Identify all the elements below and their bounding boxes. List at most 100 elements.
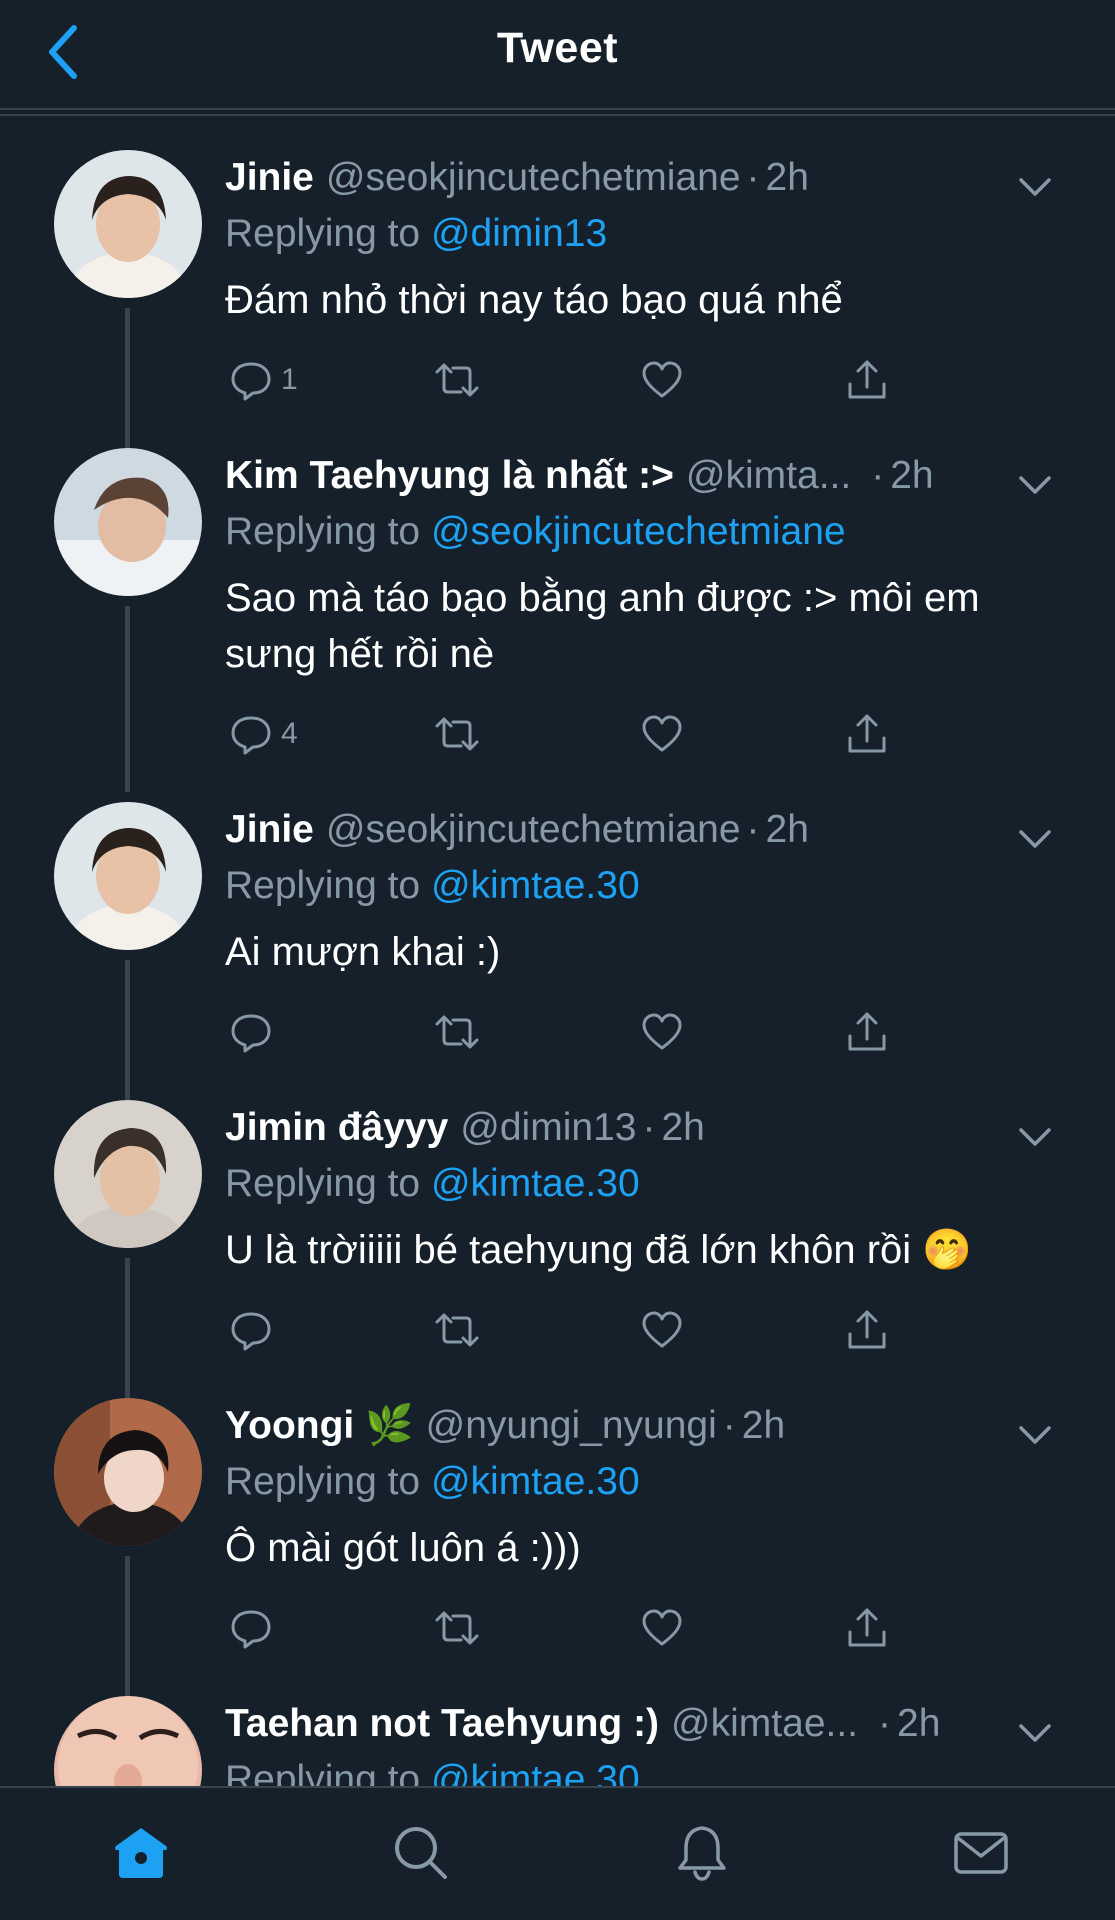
like-button[interactable]: [640, 1598, 684, 1658]
author-handle[interactable]: @seokjincutechetmiane: [326, 808, 741, 851]
tweet-menu-button[interactable]: [1015, 162, 1055, 196]
chevron-down-icon: [1019, 830, 1051, 848]
bottom-tab-bar: [0, 1786, 1115, 1920]
mention-link[interactable]: @dimin13: [431, 212, 607, 255]
chevron-down-icon: [1019, 178, 1051, 196]
avatar[interactable]: [54, 1398, 202, 1546]
author-handle[interactable]: @kimta...: [686, 454, 851, 497]
like-button[interactable]: [640, 1300, 684, 1360]
mail-icon: [954, 1832, 1008, 1874]
comment-icon: [231, 1014, 271, 1053]
reply-button[interactable]: 1: [229, 350, 298, 410]
avatar[interactable]: [54, 150, 202, 298]
chevron-down-icon: [1019, 1724, 1051, 1742]
reply-count: 1: [281, 363, 298, 396]
retweet-button[interactable]: [433, 1300, 481, 1360]
share-button[interactable]: [845, 1598, 889, 1658]
tweet-thread[interactable]: Jinie @seokjincutechetmiane · 2h Replying t…: [0, 116, 1115, 1786]
avatar[interactable]: [54, 1696, 202, 1786]
reply-button[interactable]: 4: [229, 704, 298, 764]
author-name[interactable]: Taehan not Taehyung :): [225, 1702, 659, 1745]
replying-to-line: Replying to @kimtae.30: [225, 1162, 640, 1205]
replying-to-line: Replying to @kimtae.30: [225, 1752, 1055, 1786]
heart-icon: [642, 715, 682, 752]
author-handle[interactable]: @nyungi_nyungi: [426, 1404, 717, 1447]
home-icon: [115, 1828, 167, 1878]
tweet-menu-button[interactable]: [1015, 460, 1055, 494]
comment-icon: [231, 716, 271, 755]
timestamp: 2h: [765, 808, 809, 851]
retweet-button[interactable]: [433, 350, 481, 410]
tab-search[interactable]: [386, 1818, 456, 1888]
author-name[interactable]: Jimin đâyyy: [225, 1106, 448, 1149]
like-button[interactable]: [640, 704, 684, 764]
avatar[interactable]: [54, 448, 202, 596]
share-button[interactable]: [845, 704, 889, 764]
comment-icon: [231, 1610, 271, 1649]
share-button[interactable]: [845, 1002, 889, 1062]
replying-to-line: Replying to @kimtae.30: [225, 864, 640, 907]
avatar[interactable]: [54, 1100, 202, 1248]
mention-link[interactable]: @kimtae.30: [431, 1162, 640, 1205]
author-handle[interactable]: @dimin13: [460, 1106, 636, 1149]
author-name[interactable]: Yoongi 🌿: [225, 1404, 414, 1447]
share-button[interactable]: [845, 350, 889, 410]
author-name[interactable]: Kim Taehyung là nhất :>: [225, 454, 674, 497]
tweet-text: U là trờiiiii bé taehyung đã lớn khôn rồ…: [225, 1228, 973, 1272]
heart-icon: [642, 1013, 682, 1050]
thread-connector: [125, 1258, 130, 1398]
bell-icon: [678, 1826, 726, 1881]
tweet-menu-button[interactable]: [1015, 1112, 1055, 1146]
tab-messages[interactable]: [946, 1818, 1016, 1888]
retweet-button[interactable]: [433, 1598, 481, 1658]
retweet-icon: [435, 1015, 479, 1049]
thread-connector: [125, 308, 130, 448]
retweet-icon: [435, 717, 479, 751]
tweet-text: Sao mà táo bạo bằng anh được :> môi em s…: [225, 576, 980, 676]
author-name[interactable]: Jinie: [225, 808, 314, 851]
avatar[interactable]: [54, 802, 202, 950]
reply-count: 4: [281, 717, 298, 750]
tweet-menu-button[interactable]: [1015, 1708, 1055, 1742]
tweet-actions: [225, 1300, 1055, 1360]
timestamp: 2h: [661, 1106, 705, 1149]
tweet-text: Ai mượn khai :): [225, 930, 501, 974]
heart-icon: [642, 361, 682, 398]
reply-button[interactable]: [229, 1598, 281, 1658]
chevron-down-icon: [1019, 1426, 1051, 1444]
timestamp: 2h: [897, 1702, 941, 1745]
comment-icon: [231, 362, 271, 401]
chevron-down-icon: [1019, 1128, 1051, 1146]
replying-to-line: Replying to @seokjincutechetmiane: [225, 510, 846, 553]
share-icon: [848, 360, 886, 399]
like-button[interactable]: [640, 350, 684, 410]
tweet-menu-button[interactable]: [1015, 814, 1055, 848]
author-handle[interactable]: @seokjincutechetmiane: [326, 156, 741, 199]
retweet-icon: [435, 1313, 479, 1347]
mention-link[interactable]: @kimtae.30: [431, 1758, 640, 1786]
retweet-button[interactable]: [433, 1002, 481, 1062]
page-title: Tweet: [496, 24, 619, 72]
tweet-text: Đám nhỏ thời nay táo bạo quá nhể: [225, 278, 843, 322]
mention-link[interactable]: @kimtae.30: [431, 864, 640, 907]
heart-icon: [642, 1311, 682, 1348]
author-name[interactable]: Jinie: [225, 156, 314, 199]
tweet-menu-button[interactable]: [1015, 1410, 1055, 1444]
retweet-button[interactable]: [433, 704, 481, 764]
reply-button[interactable]: [229, 1002, 281, 1062]
author-handle[interactable]: @kimtae...: [671, 1702, 858, 1745]
tab-notifications[interactable]: [667, 1818, 737, 1888]
search-icon: [395, 1827, 447, 1879]
tweet-text: Ô mài gót luôn á :))): [225, 1526, 581, 1570]
mention-link[interactable]: @kimtae.30: [431, 1460, 640, 1503]
mention-link[interactable]: @seokjincutechetmiane: [431, 510, 846, 553]
share-button[interactable]: [845, 1300, 889, 1360]
share-icon: [848, 1012, 886, 1051]
tab-home[interactable]: [106, 1818, 176, 1888]
share-icon: [848, 1310, 886, 1349]
comment-icon: [231, 1312, 271, 1351]
share-icon: [848, 1608, 886, 1647]
top-bar: Tweet: [0, 0, 1115, 110]
reply-button[interactable]: [229, 1300, 281, 1360]
like-button[interactable]: [640, 1002, 684, 1062]
